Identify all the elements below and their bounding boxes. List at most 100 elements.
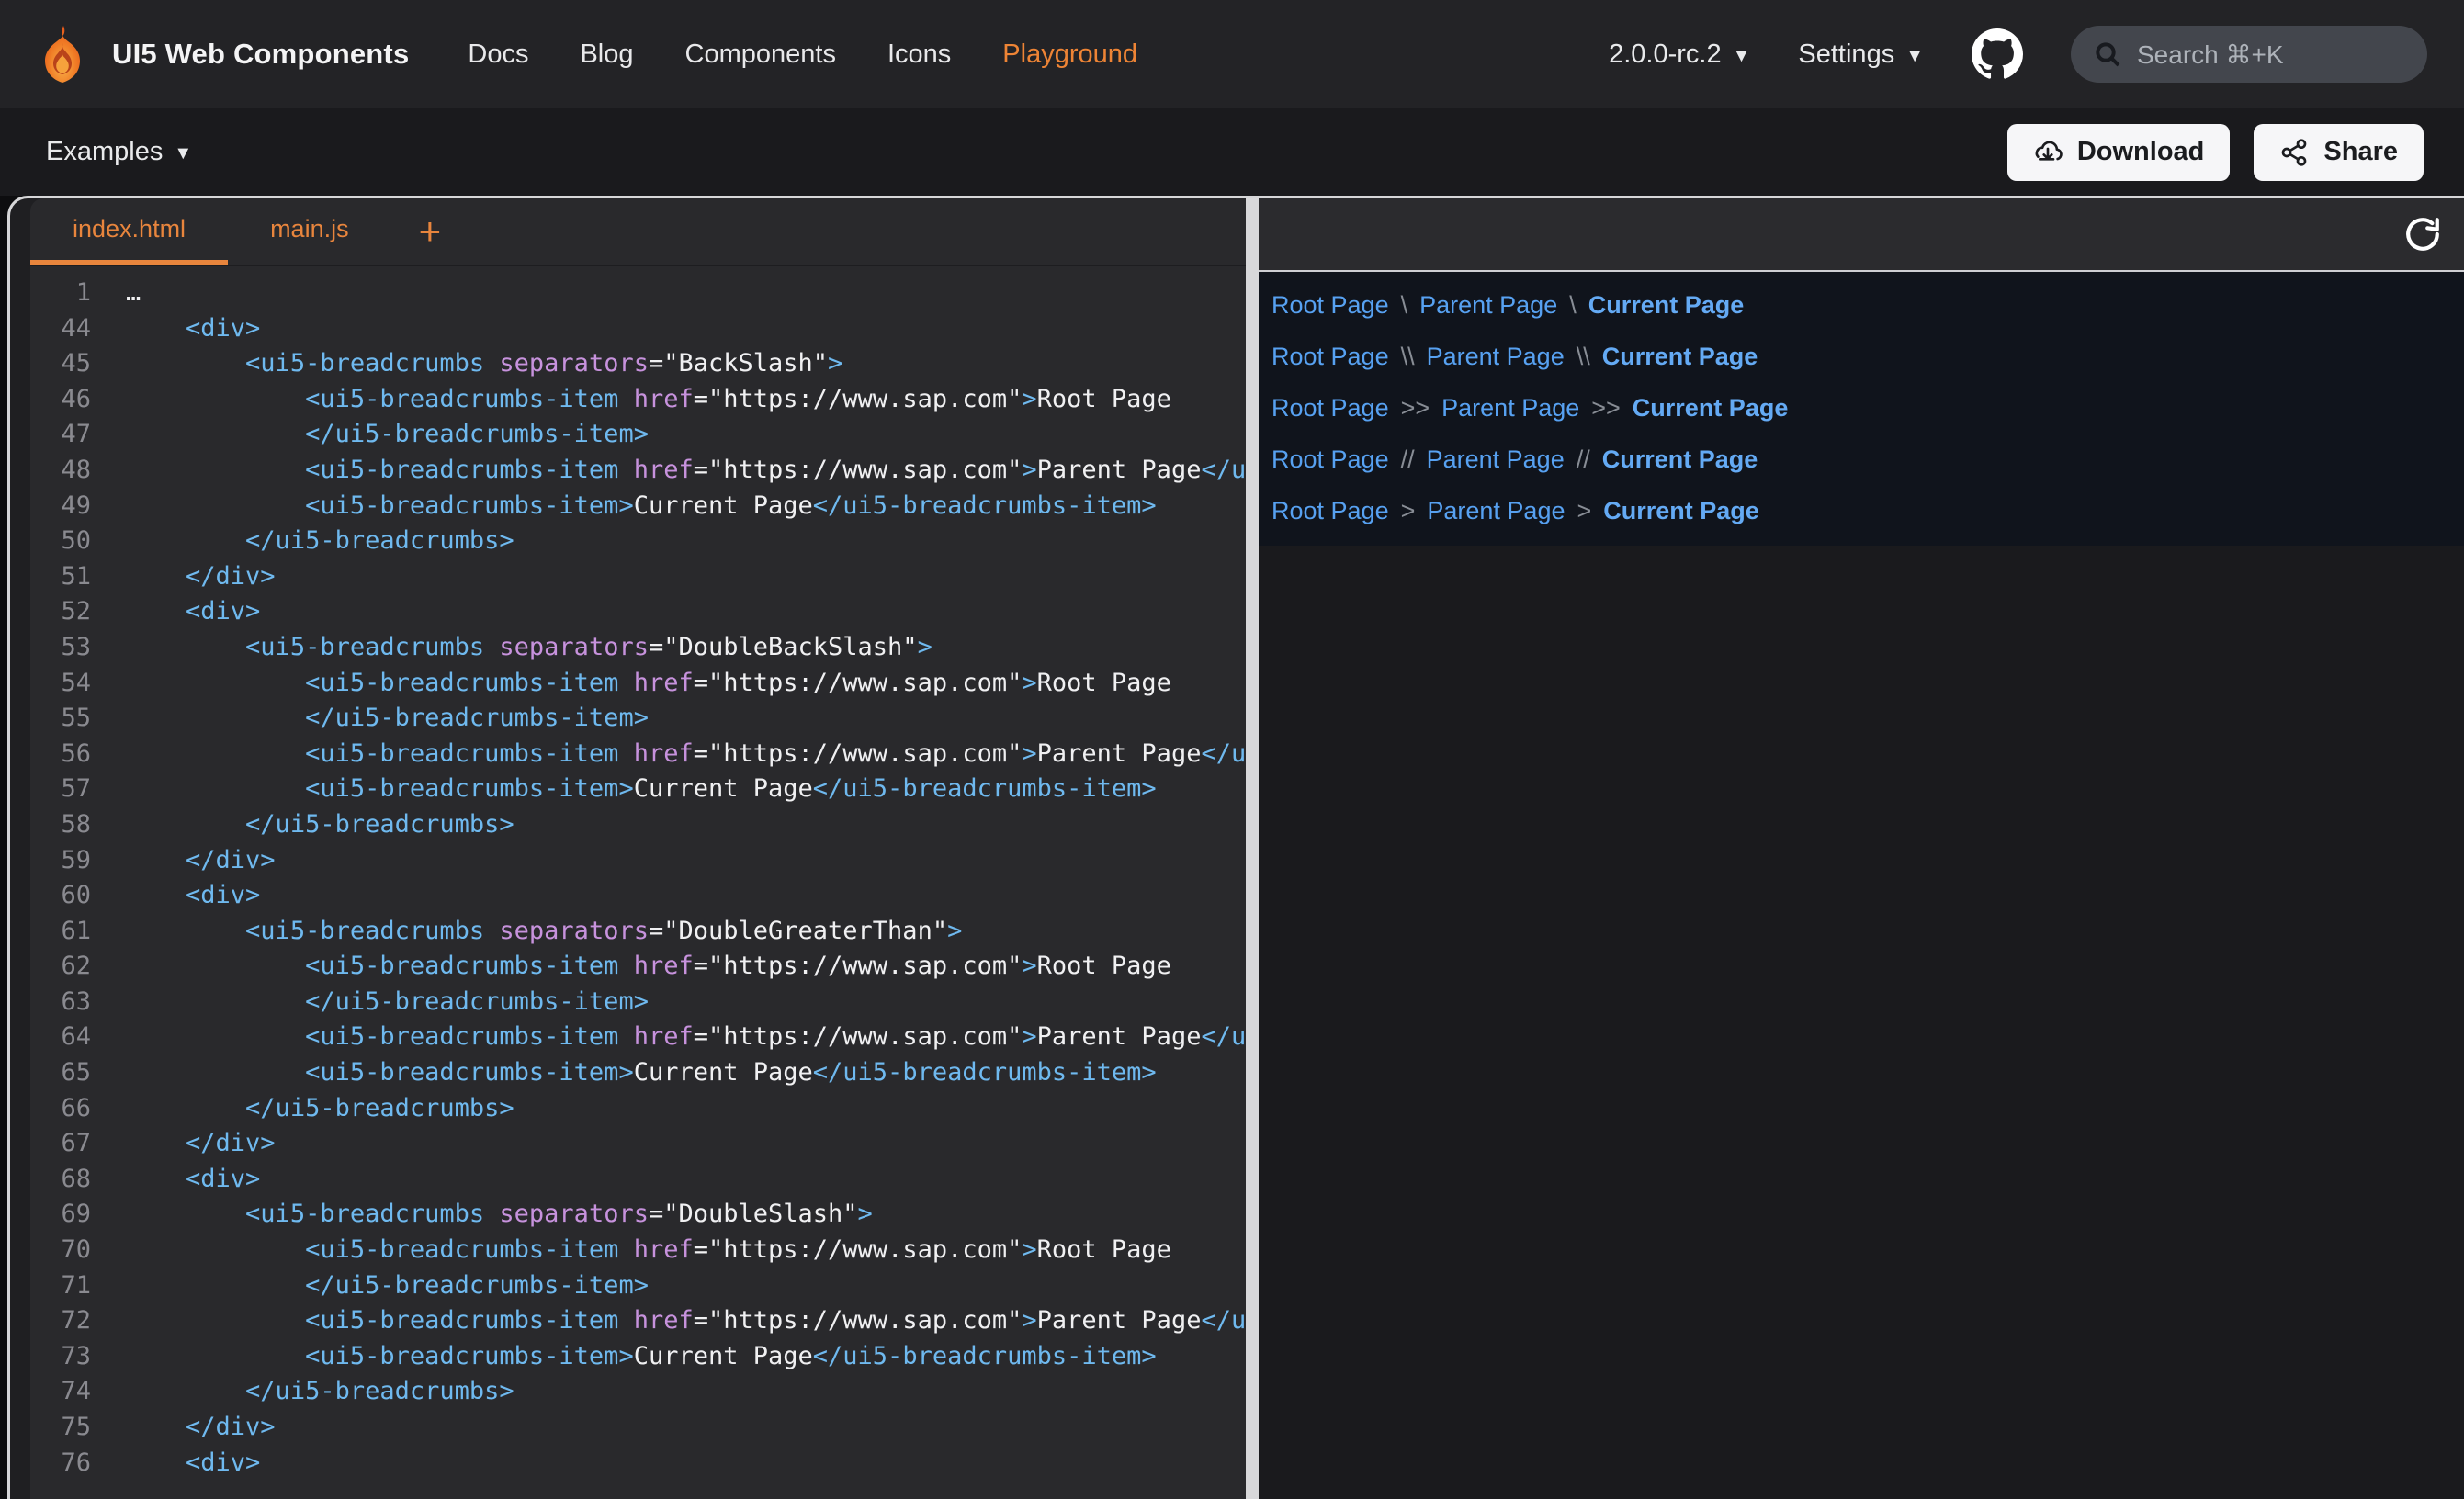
breadcrumb-current-page: Current Page — [1588, 291, 1745, 320]
settings-dropdown[interactable]: Settings ▼ — [1798, 39, 1924, 70]
code-line[interactable]: </ui5-breadcrumbs-item> — [126, 417, 1246, 453]
breadcrumbs-row: Root Page>>Parent Page>>Current Page — [1272, 382, 2464, 434]
code-line[interactable]: </ui5-breadcrumbs-item> — [126, 701, 1246, 737]
breadcrumb-link[interactable]: Root Page — [1272, 291, 1389, 320]
code-line[interactable]: <ui5-breadcrumbs-item>Current Page</ui5-… — [126, 489, 1246, 524]
chevron-down-icon: ▼ — [1733, 46, 1751, 67]
breadcrumb-current-page: Current Page — [1602, 343, 1758, 371]
nav-menu: Docs Blog Components Icons Playground — [468, 39, 1137, 70]
breadcrumb-separator: // — [1577, 445, 1590, 474]
code-line[interactable]: <ui5-breadcrumbs-item href="https://www.… — [126, 949, 1246, 985]
brand[interactable]: UI5 Web Components — [33, 25, 409, 84]
code-line[interactable]: <ui5-breadcrumbs separators="DoubleSlash… — [126, 1197, 1246, 1233]
line-number: 51 — [30, 559, 91, 595]
refresh-icon[interactable] — [2403, 215, 2442, 254]
breadcrumb-separator: >> — [1591, 394, 1621, 423]
breadcrumb-separator: \\ — [1401, 343, 1415, 371]
code-line[interactable]: <div> — [126, 594, 1246, 630]
code-line[interactable]: <ui5-breadcrumbs-item href="https://www.… — [126, 666, 1246, 702]
breadcrumb-link[interactable]: Parent Page — [1427, 445, 1565, 474]
breadcrumb-link[interactable]: Parent Page — [1427, 497, 1565, 525]
code-line[interactable]: <ui5-breadcrumbs-item href="https://www.… — [126, 1233, 1246, 1268]
nav-link-playground[interactable]: Playground — [1002, 39, 1137, 70]
code-line[interactable]: <div> — [126, 878, 1246, 914]
breadcrumb-separator: \ — [1401, 291, 1408, 320]
breadcrumb-separator: >> — [1401, 394, 1430, 423]
line-number: 55 — [30, 701, 91, 737]
code-line[interactable]: <ui5-breadcrumbs-item href="https://www.… — [126, 382, 1246, 418]
nav-link-icons[interactable]: Icons — [887, 39, 951, 70]
code-line[interactable]: … — [126, 276, 1246, 311]
split-resizer-handle[interactable] — [1246, 198, 1259, 1499]
code-content[interactable]: … <div> <ui5-breadcrumbs separators="Bac… — [126, 276, 1246, 1499]
cloud-download-icon — [2033, 138, 2063, 167]
breadcrumbs-row: Root Page//Parent Page//Current Page — [1272, 434, 2464, 485]
line-number: 44 — [30, 311, 91, 347]
code-line[interactable]: </ui5-breadcrumbs-item> — [126, 1268, 1246, 1304]
code-line[interactable]: <ui5-breadcrumbs separators="BackSlash"> — [126, 346, 1246, 382]
line-number: 73 — [30, 1339, 91, 1375]
add-tab-button[interactable]: + — [391, 198, 469, 265]
search-input[interactable]: Search ⌘+K — [2071, 26, 2427, 83]
line-number: 47 — [30, 417, 91, 453]
nav-link-blog[interactable]: Blog — [580, 39, 633, 70]
line-number: 59 — [30, 843, 91, 879]
line-number: 71 — [30, 1268, 91, 1304]
code-area[interactable]: 1444546474849505152535455565758596061626… — [30, 266, 1246, 1499]
code-line[interactable]: </div> — [126, 843, 1246, 879]
breadcrumb-link[interactable]: Root Page — [1272, 497, 1389, 525]
nav-link-docs[interactable]: Docs — [468, 39, 528, 70]
preview-empty-area — [1259, 546, 2464, 1499]
code-line[interactable]: <ui5-breadcrumbs-item href="https://www.… — [126, 737, 1246, 772]
share-button[interactable]: Share — [2254, 124, 2424, 181]
code-line[interactable]: <div> — [126, 1446, 1246, 1482]
code-line[interactable]: </div> — [126, 1126, 1246, 1162]
line-number: 62 — [30, 949, 91, 985]
code-line[interactable]: </ui5-breadcrumbs-item> — [126, 985, 1246, 1020]
breadcrumb-separator: > — [1401, 497, 1416, 525]
line-number: 68 — [30, 1162, 91, 1198]
breadcrumb-link[interactable]: Root Page — [1272, 445, 1389, 474]
breadcrumb-link[interactable]: Root Page — [1272, 343, 1389, 371]
code-line[interactable]: <div> — [126, 311, 1246, 347]
code-line[interactable]: </ui5-breadcrumbs> — [126, 807, 1246, 843]
line-number: 45 — [30, 346, 91, 382]
code-line[interactable]: <ui5-breadcrumbs-item href="https://www.… — [126, 453, 1246, 489]
code-line[interactable]: </div> — [126, 559, 1246, 595]
line-number: 70 — [30, 1233, 91, 1268]
settings-label: Settings — [1798, 39, 1894, 70]
line-number: 52 — [30, 594, 91, 630]
tab-main-js[interactable]: main.js — [228, 198, 391, 265]
line-number: 64 — [30, 1020, 91, 1055]
chevron-down-icon: ▼ — [174, 143, 192, 164]
code-line[interactable]: <ui5-breadcrumbs-item>Current Page</ui5-… — [126, 1339, 1246, 1375]
code-line[interactable]: <ui5-breadcrumbs separators="DoubleBackS… — [126, 630, 1246, 666]
code-line[interactable]: <ui5-breadcrumbs-item href="https://www.… — [126, 1303, 1246, 1339]
examples-dropdown[interactable]: Examples ▼ — [46, 137, 192, 167]
code-line[interactable]: </ui5-breadcrumbs> — [126, 1374, 1246, 1410]
breadcrumb-link[interactable]: Parent Page — [1419, 291, 1557, 320]
breadcrumb-link[interactable]: Root Page — [1272, 394, 1389, 423]
breadcrumb-separator: // — [1401, 445, 1415, 474]
line-number: 69 — [30, 1197, 91, 1233]
search-icon — [2093, 39, 2122, 69]
code-line[interactable]: </div> — [126, 1410, 1246, 1446]
code-line[interactable]: <ui5-breadcrumbs separators="DoubleGreat… — [126, 914, 1246, 950]
breadcrumb-link[interactable]: Parent Page — [1441, 394, 1579, 423]
download-button[interactable]: Download — [2007, 124, 2231, 181]
breadcrumb-link[interactable]: Parent Page — [1427, 343, 1565, 371]
code-line[interactable]: </ui5-breadcrumbs> — [126, 524, 1246, 559]
playground-container: index.html main.js + 1444546474849505152… — [7, 196, 2464, 1499]
tab-index-html[interactable]: index.html — [30, 198, 228, 265]
code-line[interactable]: <ui5-breadcrumbs-item>Current Page</ui5-… — [126, 772, 1246, 807]
line-number: 66 — [30, 1091, 91, 1127]
code-line[interactable]: </ui5-breadcrumbs> — [126, 1091, 1246, 1127]
code-line[interactable]: <div> — [126, 1162, 1246, 1198]
nav-link-components[interactable]: Components — [685, 39, 836, 70]
code-line[interactable]: <ui5-breadcrumbs-item>Current Page</ui5-… — [126, 1055, 1246, 1091]
version-dropdown[interactable]: 2.0.0-rc.2 ▼ — [1609, 39, 1750, 70]
code-line[interactable]: <ui5-breadcrumbs-item href="https://www.… — [126, 1020, 1246, 1055]
github-icon[interactable] — [1972, 28, 2023, 80]
editor-surface: index.html main.js + 1444546474849505152… — [30, 198, 1246, 1499]
line-number: 53 — [30, 630, 91, 666]
